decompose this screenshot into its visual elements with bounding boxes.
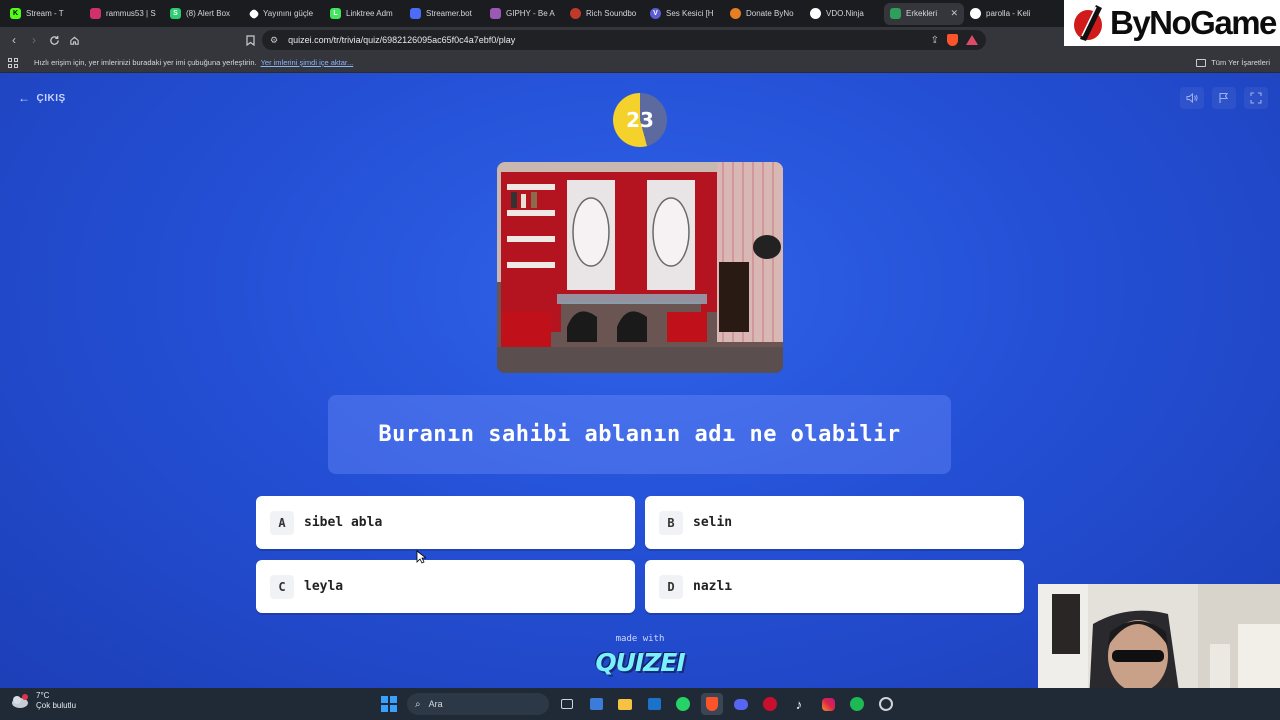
folder-icon — [1196, 58, 1207, 67]
tiktok-icon[interactable]: ♪ — [788, 693, 810, 715]
answer-text: sibel abla — [304, 515, 383, 530]
soundboard-icon — [570, 8, 581, 19]
bookmarks-bar: Hızlı erişim için, yer imlerinizi burada… — [0, 53, 1280, 73]
report-button[interactable] — [1212, 87, 1236, 109]
bookmarks-hint-text: Hızlı erişim için, yer imlerinizi burada… — [34, 58, 257, 67]
obs-icon[interactable] — [875, 693, 897, 715]
import-bookmarks-link[interactable]: Yer imlerini şimdi içe aktar... — [261, 58, 354, 67]
flag-icon — [1219, 92, 1228, 103]
search-placeholder: Ara — [428, 699, 443, 709]
fullscreen-icon — [1250, 92, 1262, 104]
answer-a-button[interactable]: A sibel abla — [256, 496, 635, 549]
parolla-icon — [970, 8, 981, 19]
vdoninja-icon — [810, 8, 821, 19]
store-icon[interactable] — [585, 693, 607, 715]
salon-photo — [497, 162, 783, 373]
speaker-icon — [1186, 92, 1198, 104]
browser-tab[interactable]: Yayınını güçle — [244, 3, 324, 25]
pen-logo-icon — [1074, 5, 1102, 41]
all-bookmarks-label: Tüm Yer İşaretleri — [1211, 58, 1270, 67]
weather-label: Çok bulutlu — [36, 701, 77, 710]
windows-start-icon[interactable] — [378, 693, 400, 715]
browser-tab[interactable]: L Linktree Adm — [324, 3, 404, 25]
diamond-icon — [248, 7, 260, 20]
kick-icon: K — [10, 8, 21, 19]
browser-tab[interactable]: Donate ByNo — [724, 3, 804, 25]
task-view-icon[interactable] — [556, 693, 578, 715]
whatsapp-icon[interactable] — [672, 693, 694, 715]
quiz-toolbar — [1180, 87, 1268, 109]
logo-text: ByNoGame — [1110, 4, 1277, 41]
close-tab-icon[interactable]: ✕ — [950, 8, 958, 19]
bookmark-icon[interactable] — [240, 30, 260, 50]
cloud-icon — [12, 694, 28, 708]
browser-tab[interactable]: Rich Soundbo — [564, 3, 644, 25]
browser-tab[interactable]: Streamer.bot — [404, 3, 484, 25]
windows-taskbar: 7°C Çok bulutlu ⌕ Ara ♪ — [0, 688, 1280, 720]
app-red-icon[interactable] — [759, 693, 781, 715]
browser-tab[interactable]: parolla - Keli — [964, 3, 1044, 25]
instagram-icon[interactable] — [817, 693, 839, 715]
home-icon[interactable] — [64, 30, 84, 50]
site-info-icon[interactable]: ⚙ — [270, 35, 278, 46]
browser-tab-active[interactable]: Erkekleri ✕ — [884, 2, 964, 25]
quizei-logo[interactable]: QUIZEI — [595, 645, 685, 679]
answer-c-button[interactable]: C leyla — [256, 560, 635, 613]
sound-button[interactable] — [1180, 87, 1204, 109]
browser-tab[interactable]: V Ses Kesici [H — [644, 3, 724, 25]
apps-grid-icon[interactable] — [8, 57, 18, 68]
question-text: Buranın sahibi ablanın adı ne olabilir — [328, 395, 951, 474]
answer-b-button[interactable]: B selin — [645, 496, 1024, 549]
streamlabs-icon — [90, 8, 101, 19]
giphy-icon — [490, 8, 501, 19]
fullscreen-button[interactable] — [1244, 87, 1268, 109]
browser-tab[interactable]: K Stream - T — [4, 3, 84, 25]
answer-letter: C — [270, 574, 294, 599]
browser-tab[interactable]: GIPHY - Be A — [484, 3, 564, 25]
brave-browser-icon[interactable] — [701, 693, 723, 715]
audio-cutter-icon: V — [650, 8, 661, 19]
streamerbot-icon — [410, 8, 421, 19]
linktree-icon: L — [330, 8, 341, 19]
brave-shield-icon[interactable] — [947, 34, 958, 46]
alertbox-icon: S — [170, 8, 181, 19]
answer-letter: D — [659, 574, 683, 599]
answer-text: nazlı — [693, 579, 733, 594]
exit-button[interactable]: ← ÇIKIŞ — [18, 91, 66, 105]
browser-tab[interactable]: VDO.Ninja — [804, 3, 884, 25]
timer-value: 23 — [626, 108, 654, 132]
arrow-left-icon: ← — [18, 91, 31, 105]
taskbar-search[interactable]: ⌕ Ara — [407, 693, 549, 715]
taskbar-apps: ⌕ Ara ♪ — [378, 693, 897, 715]
answer-text: selin — [693, 515, 733, 530]
weather-widget[interactable]: 7°C Çok bulutlu — [10, 691, 76, 711]
url-field[interactable]: ⚙ quizei.com/tr/trivia/quiz/6982126095ac… — [262, 30, 986, 50]
browser-tab[interactable]: rammus53 | S — [84, 3, 164, 25]
answer-letter: A — [270, 510, 294, 535]
outlook-icon[interactable] — [643, 693, 665, 715]
back-icon[interactable]: ‹ — [4, 30, 24, 50]
forward-icon[interactable]: › — [24, 30, 44, 50]
spotify-icon[interactable] — [846, 693, 868, 715]
brave-rewards-icon[interactable] — [966, 35, 978, 45]
quizei-tab-icon — [890, 8, 901, 19]
temperature-label: 7°C — [36, 691, 50, 700]
search-icon: ⌕ — [415, 698, 421, 710]
share-icon[interactable]: ⇪ — [931, 35, 939, 46]
countdown-timer: 23 — [613, 93, 667, 147]
answer-text: leyla — [304, 579, 344, 594]
browser-tab[interactable]: S (8) Alert Box — [164, 3, 244, 25]
donate-icon — [730, 8, 741, 19]
mouse-cursor-icon — [416, 550, 426, 564]
url-text: quizei.com/tr/trivia/quiz/6982126095ac65… — [288, 35, 516, 45]
reload-icon[interactable] — [44, 30, 64, 50]
exit-label: ÇIKIŞ — [36, 92, 66, 104]
discord-icon[interactable] — [730, 693, 752, 715]
answer-letter: B — [659, 510, 683, 535]
question-image — [497, 162, 783, 373]
file-explorer-icon[interactable] — [614, 693, 636, 715]
stream-logo-overlay: ByNoGame — [1064, 0, 1280, 46]
answer-d-button[interactable]: D nazlı — [645, 560, 1024, 613]
all-bookmarks-button[interactable]: Tüm Yer İşaretleri — [1196, 58, 1270, 67]
